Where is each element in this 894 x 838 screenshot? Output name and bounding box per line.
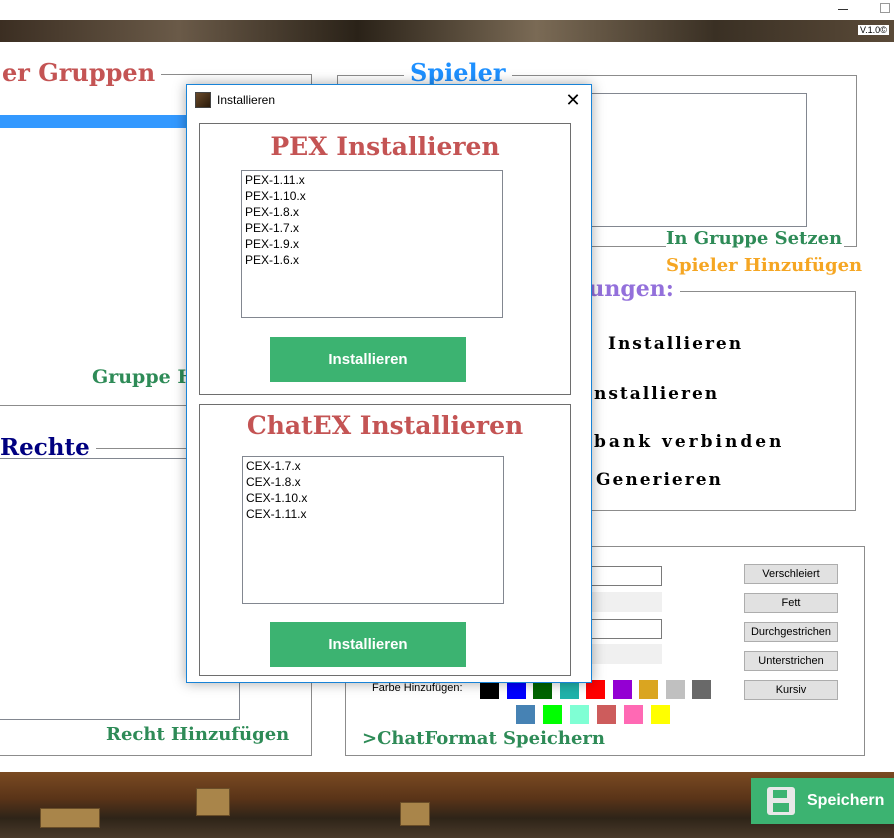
background-block (400, 802, 430, 826)
list-item[interactable]: PEX-1.7.x (245, 220, 499, 236)
color-swatch[interactable] (570, 705, 589, 724)
chatformat-input-1[interactable] (590, 566, 662, 586)
add-color-label: Farbe Hinzufügen: (372, 682, 463, 694)
add-player-button[interactable]: Spieler Hinzufügen (666, 255, 862, 276)
save-button[interactable]: Speichern (751, 778, 894, 824)
list-item[interactable]: PEX-1.9.x (245, 236, 499, 252)
color-swatch[interactable] (624, 705, 643, 724)
obfuscated-button[interactable]: Verschleiert (744, 564, 838, 584)
dialog-titlebar: Installieren ✕ (187, 85, 591, 115)
color-swatch[interactable] (651, 705, 670, 724)
players-list[interactable] (560, 93, 807, 227)
pex-version-list[interactable]: PEX-1.11.x PEX-1.10.x PEX-1.8.x PEX-1.7.x PE… (241, 170, 503, 318)
set-group-button[interactable]: In Gruppe Setzen (666, 228, 845, 249)
list-item[interactable]: PEX-1.10.x (245, 188, 499, 204)
floppy-disk-icon (767, 787, 795, 815)
list-item[interactable]: CEX-1.8.x (246, 474, 500, 490)
minimize-icon[interactable] (838, 9, 848, 10)
chatex-install-button[interactable]: Installieren (270, 622, 466, 667)
background-top (0, 20, 894, 42)
groups-panel-title: er Gruppen (0, 58, 162, 87)
color-swatch[interactable] (692, 680, 711, 699)
background-block (196, 788, 230, 816)
list-item[interactable]: CEX-1.11.x (246, 506, 500, 522)
color-swatch[interactable] (665, 680, 685, 699)
pex-heading: PEX Installieren (270, 132, 500, 161)
chatformat-preview-2 (590, 644, 662, 664)
color-swatch[interactable] (639, 680, 658, 699)
maximize-icon[interactable] (880, 3, 890, 13)
list-item[interactable]: CEX-1.7.x (246, 458, 500, 474)
close-icon[interactable]: ✕ (563, 90, 583, 110)
underline-button[interactable]: Unterstrichen (744, 651, 838, 671)
color-swatch[interactable] (597, 705, 616, 724)
settings-item-install-2[interactable]: nstallieren (594, 384, 719, 404)
color-swatch[interactable] (516, 705, 535, 724)
bold-button[interactable]: Fett (744, 593, 838, 613)
color-swatch[interactable] (612, 680, 632, 699)
chatex-panel: ChatEX Installieren CEX-1.7.x CEX-1.8.x CE… (199, 404, 571, 676)
background-block (40, 808, 100, 828)
dialog-title: Installieren (217, 93, 276, 107)
add-group-button[interactable]: Gruppe H (92, 366, 195, 388)
pex-panel: PEX Installieren PEX-1.11.x PEX-1.10.x PEX… (199, 123, 571, 395)
list-item[interactable]: PEX-1.6.x (245, 252, 499, 268)
settings-item-database[interactable]: bank verbinden (594, 432, 784, 452)
add-right-button[interactable]: Recht Hinzufügen (106, 724, 289, 745)
chatformat-preview-1 (590, 592, 662, 612)
settings-item-install-1[interactable]: Installieren (608, 334, 743, 354)
install-dialog: Installieren ✕ PEX Installieren PEX-1.11… (186, 84, 592, 683)
list-item[interactable]: PEX-1.8.x (245, 204, 499, 220)
strikethrough-button[interactable]: Durchgestrichen (744, 622, 838, 642)
save-chatformat-button[interactable]: >ChatFormat Speichern (362, 728, 605, 749)
chatformat-input-2[interactable] (590, 619, 662, 639)
chatex-version-list[interactable]: CEX-1.7.x CEX-1.8.x CEX-1.10.x CEX-1.11.x (242, 456, 504, 604)
list-item[interactable]: CEX-1.10.x (246, 490, 500, 506)
save-button-label: Speichern (807, 792, 885, 809)
italic-button[interactable]: Kursiv (744, 680, 838, 700)
chatex-heading: ChatEX Installieren (246, 411, 524, 440)
app-icon (195, 92, 211, 108)
settings-item-generate[interactable]: Generieren (596, 470, 723, 490)
color-swatch[interactable] (543, 705, 562, 724)
window-titlebar (0, 0, 894, 20)
version-label: V.1.0© (858, 25, 889, 35)
list-item[interactable]: PEX-1.11.x (245, 172, 499, 188)
players-panel-title: Spieler (404, 58, 512, 87)
rights-panel-title: Rechte (0, 434, 96, 461)
groups-list-selection[interactable] (0, 115, 200, 128)
pex-install-button[interactable]: Installieren (270, 337, 466, 382)
